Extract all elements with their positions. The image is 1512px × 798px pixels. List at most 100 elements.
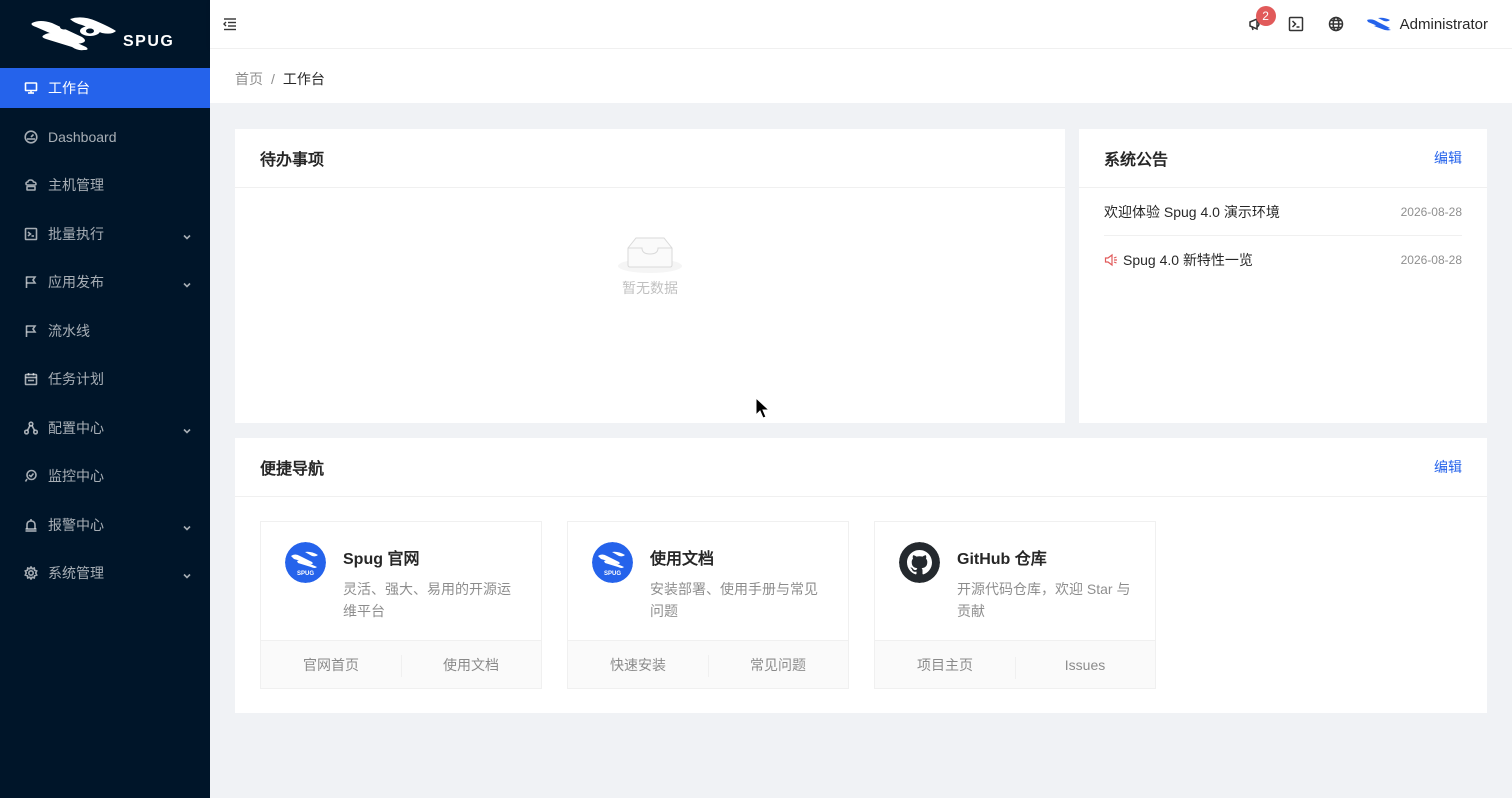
breadcrumb-separator: / [271,71,275,87]
avatar [1366,17,1391,31]
notice-title: 系统公告 [1104,152,1169,169]
notice-card: 系统公告 编辑 欢迎体验 Spug 4.0 演示环境 2026-08-28 Sp… [1079,129,1487,423]
svg-text:SPUG: SPUG [123,33,174,50]
globe-icon[interactable] [1328,16,1344,32]
notice-item[interactable]: Spug 4.0 新特性一览 2026-08-28 [1104,236,1462,284]
sidebar-menu: 工作台 Dashboard 主机管理批量执行应用发布流水线任务计划配置中心监控中心报… [0,68,210,593]
nav-action-link[interactable]: 官网首页 [261,655,401,675]
empty-inbox-icon [618,237,682,273]
spug-logo-icon: SPUG [31,17,174,51]
nav-card-title: Spug 官网 [343,551,420,568]
sidebar-item-label: 报警中心 [48,516,104,533]
flag-icon [24,324,38,338]
flag-icon [24,275,38,289]
chevron-down-icon [182,568,192,579]
dashboard-icon [24,129,38,144]
quick-nav-card: 便捷导航 编辑 SPUG Spug 官网 灵活、强大、易用的开源运维平台 官网首… [235,438,1487,713]
quick-nav-title: 便捷导航 [260,461,325,478]
chevron-down-icon [182,423,192,434]
sidebar-item[interactable]: 报警中心 [0,505,210,545]
sidebar-item[interactable]: 主机管理 [0,165,210,205]
sidebar-item[interactable]: 批量执行 [0,214,210,254]
sidebar-item-label: 流水线 [48,322,90,339]
breadcrumb-home[interactable]: 首页 [235,71,263,87]
nav-action-link[interactable]: 使用文档 [401,654,541,677]
notice-item[interactable]: 欢迎体验 Spug 4.0 演示环境 2026-08-28 [1104,188,1462,236]
header-actions: 2 Administrator [1224,0,1488,48]
notice-item-date: 2026-08-28 [1400,253,1462,267]
nav-card-desc: 安装部署、使用手册与常见问题 [650,581,818,619]
sidebar-item[interactable]: 监控中心 [0,456,210,496]
nav-card-title: GitHub 仓库 [957,551,1047,568]
todo-card-header: 待办事项 [235,129,1065,188]
sidebar-item[interactable]: Dashboard [0,117,210,157]
notice-list: 欢迎体验 Spug 4.0 演示环境 2026-08-28 Spug 4.0 新… [1079,188,1487,284]
user-menu[interactable]: Administrator [1366,16,1488,33]
alert-icon [24,518,38,532]
spug-logo-icon: SPUG [285,542,326,583]
sidebar-item-label: 配置中心 [48,419,104,436]
nav-card-actions: 官网首页 使用文档 [261,640,541,688]
notification-icon[interactable]: 2 [1248,6,1276,32]
nav-card-title: 使用文档 [650,551,715,568]
empty-state: 暂无数据 [235,233,1065,298]
top-header: 2 Administrator [210,0,1512,48]
desktop-icon [24,81,38,95]
github-icon [899,542,940,583]
sidebar-item[interactable]: 工作台 [0,68,210,108]
sidebar-item[interactable]: 配置中心 [0,408,210,448]
notice-item-title: Spug 4.0 新特性一览 [1123,252,1253,268]
sidebar-item-label: 任务计划 [48,371,104,387]
spug-logo[interactable]: SPUG [0,0,210,68]
terminal-icon[interactable] [1288,16,1304,32]
nav-action-link[interactable]: 项目主页 [875,655,1015,675]
nav-card-actions: 项目主页 Issues [875,640,1155,688]
nav-card-actions: 快速安装 常见问题 [568,640,848,688]
cloud-server-icon [24,178,38,192]
notice-card-header: 系统公告 编辑 [1079,129,1487,188]
sidebar-item-label: Dashboard [48,128,117,145]
nav-action-link[interactable]: 快速安装 [568,655,708,675]
sidebar-item[interactable]: 系统管理 [0,553,210,593]
nav-card-docs[interactable]: SPUG 使用文档 安装部署、使用手册与常见问题 快速安装 常见问题 [567,521,849,689]
sidebar-item[interactable]: 流水线 [0,311,210,351]
sidebar: SPUG 工作台 Dashboard 主机管理批量执行应用发布流水线任务计划配置中心… [0,0,210,798]
sidebar-item-label: 批量执行 [48,225,104,242]
notice-edit-link[interactable]: 编辑 [1434,148,1462,168]
nav-card-desc: 开源代码仓库，欢迎 Star 与贡献 [957,581,1131,619]
quick-nav-grid: SPUG Spug 官网 灵活、强大、易用的开源运维平台 官网首页 使用文档 S… [260,521,1181,689]
svg-text:SPUG: SPUG [604,571,621,577]
sidebar-item-label: 工作台 [48,80,90,96]
notification-badge: 2 [1255,6,1276,26]
sidebar-item[interactable]: 应用发布 [0,262,210,302]
deployment-icon [24,420,38,435]
spug-logo-icon: SPUG [592,542,633,583]
quick-nav-header: 便捷导航 编辑 [235,438,1487,497]
chevron-down-icon [182,229,192,240]
sidebar-item-label: 系统管理 [48,565,104,581]
notice-item-title-wrap: Spug 4.0 新特性一览 [1104,250,1253,270]
sidebar-item-label: 主机管理 [48,177,104,193]
empty-text: 暂无数据 [622,280,678,296]
monitor-icon [24,469,38,483]
chevron-down-icon [182,520,192,531]
svg-text:SPUG: SPUG [297,571,314,577]
code-icon [24,227,38,241]
menu-fold-icon[interactable] [222,16,238,32]
notice-item-date: 2026-08-28 [1400,204,1462,219]
sidebar-item[interactable]: 任务计划 [0,359,210,399]
breadcrumb-current: 工作台 [282,71,325,87]
nav-action-link[interactable]: 常见问题 [708,654,848,677]
todo-title: 待办事项 [260,152,325,169]
sidebar-item-label: 监控中心 [48,468,104,484]
sidebar-item-label: 应用发布 [48,274,104,290]
nav-card-github[interactable]: GitHub 仓库 开源代码仓库，欢迎 Star 与贡献 项目主页 Issues [874,521,1156,689]
sound-icon [1104,253,1117,267]
nav-card-spug-site[interactable]: SPUG Spug 官网 灵活、强大、易用的开源运维平台 官网首页 使用文档 [260,521,542,689]
chevron-down-icon [182,277,192,288]
schedule-icon [24,372,38,386]
nav-card-desc: 灵活、强大、易用的开源运维平台 [343,581,511,619]
nav-action-link[interactable]: Issues [1015,656,1155,679]
quick-nav-edit-link[interactable]: 编辑 [1434,457,1462,477]
setting-icon [24,566,38,580]
